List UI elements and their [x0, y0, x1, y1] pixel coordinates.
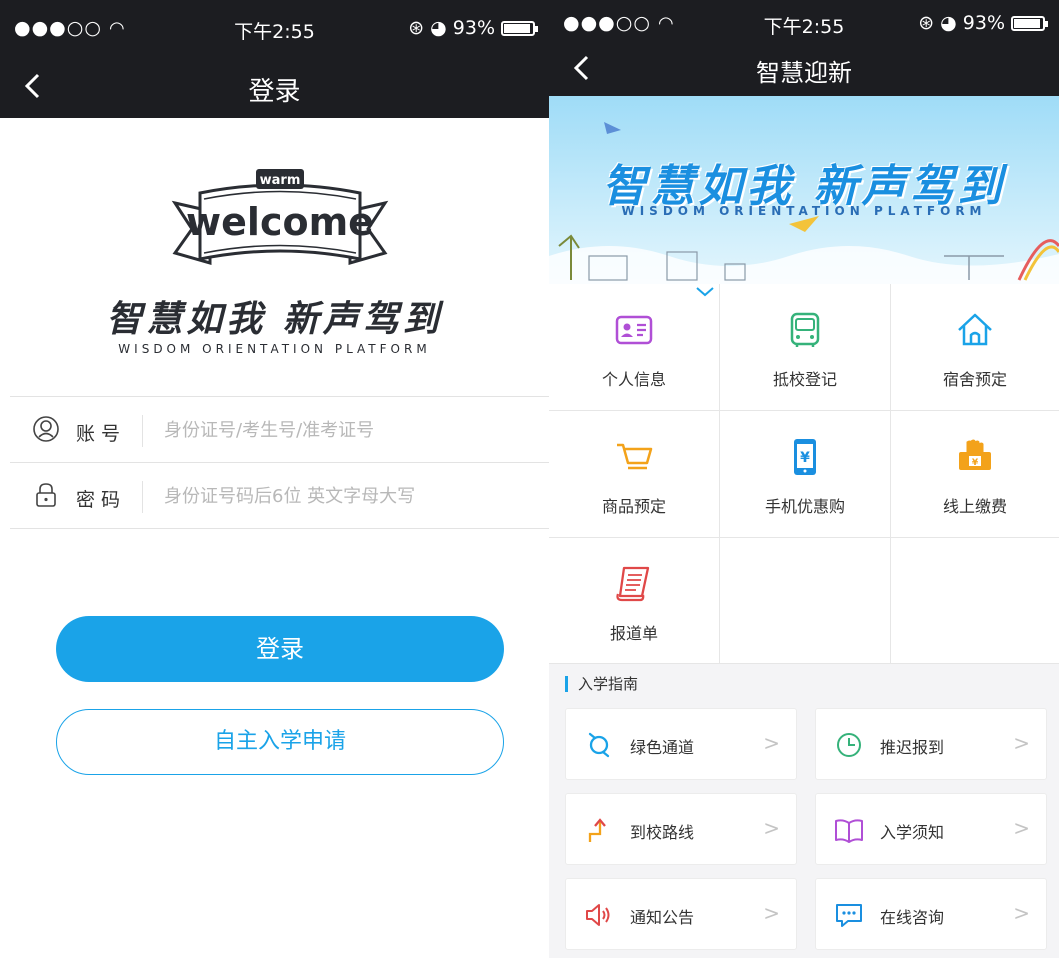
- guide-item-announcements[interactable]: 通知公告 >: [565, 878, 797, 950]
- battery-percent: 93%: [452, 17, 495, 39]
- payment-icon: ¥: [959, 439, 991, 470]
- grid-item-phone-discount[interactable]: ¥ 手机优惠购: [720, 411, 891, 538]
- battery-icon: [501, 20, 538, 36]
- bus-icon: [790, 312, 820, 347]
- page-title: 登录: [248, 77, 301, 107]
- battery-icon: [1011, 15, 1048, 31]
- chevron-right-icon: >: [763, 816, 780, 840]
- chevron-right-icon: >: [763, 731, 780, 755]
- grid-item-goods-booking[interactable]: 商品预定: [549, 411, 720, 538]
- divider: [142, 415, 143, 447]
- password-row: 密码: [10, 463, 549, 529]
- grid-label: 线上缴费: [942, 497, 1007, 516]
- grid-empty-cell: [720, 538, 891, 664]
- guide-label: 绿色通道: [630, 738, 695, 757]
- guide-item-delay-report[interactable]: 推迟报到 >: [815, 708, 1047, 780]
- alarm-icon: ◕: [940, 12, 957, 34]
- logo-area: warm welcome 智慧如我 新声驾到 WISDOM ORIENTATIO…: [0, 118, 549, 396]
- grid-item-online-payment[interactable]: ¥ 线上缴费: [891, 411, 1059, 538]
- password-label: 密码: [76, 489, 127, 511]
- cart-icon: [617, 443, 653, 470]
- guide-label: 到校路线: [630, 823, 695, 842]
- login-button[interactable]: 登录: [56, 616, 504, 682]
- account-label: 账号: [76, 423, 127, 445]
- grid-item-arrival-registration[interactable]: 抵校登记: [720, 284, 891, 411]
- guide-item-route[interactable]: 到校路线 >: [565, 793, 797, 865]
- welcome-logo: warm welcome: [171, 169, 389, 265]
- phone-icon: ¥: [794, 439, 816, 475]
- slogan-english: WISDOM ORIENTATION PLATFORM: [118, 342, 431, 356]
- id-card-icon: [615, 315, 653, 345]
- home-screen: ●●●○○ ◠ 下午2:55 ⊛ ◕ 93% 智慧迎新 智慧如我 新声驾到 WI…: [549, 0, 1059, 958]
- status-bar: ●●●○○ ◠ 下午2:55 ⊛ ◕ 93%: [549, 0, 1059, 40]
- book-icon: [835, 819, 863, 843]
- house-icon: [958, 313, 992, 346]
- guide-label: 通知公告: [630, 908, 695, 927]
- page-title: 智慧迎新: [756, 59, 852, 87]
- account-input[interactable]: [164, 413, 534, 447]
- route-icon: [588, 818, 606, 842]
- banner: 智慧如我 新声驾到 WISDOM ORIENTATION PLATFORM: [549, 96, 1059, 284]
- grid-item-dorm-booking[interactable]: 宿舍预定: [891, 284, 1059, 411]
- clock-icon: [837, 733, 861, 757]
- grid-item-report-form[interactable]: 报道单: [549, 538, 720, 664]
- guide-item-admission-notes[interactable]: 入学须知 >: [815, 793, 1047, 865]
- grid-label: 抵校登记: [772, 370, 837, 389]
- function-grid: 个人信息 抵校登记 宿舍预定 商品预定 ¥ 手机优惠购 ¥ 线上缴费 报道单: [549, 284, 1059, 664]
- nav-bar: 智慧迎新: [549, 40, 1059, 96]
- chevron-down-icon: [696, 287, 714, 297]
- account-row: 账号: [10, 397, 549, 463]
- status-bar: ●●●○○ ◠ 下午2:55 ⊛ ◕ 93%: [0, 0, 549, 54]
- logo-small-text: warm: [260, 173, 301, 188]
- login-form: 账号 密码: [10, 396, 549, 529]
- green-channel-icon: [588, 732, 610, 758]
- guide-label: 推迟报到: [880, 738, 945, 757]
- grid-empty-cell: [891, 538, 1059, 664]
- guide-label: 在线咨询: [880, 908, 945, 927]
- scroll-icon: [616, 566, 650, 602]
- login-screen: ●●●○○ ◠ 下午2:55 ⊛ ◕ 93% 登录 warm welcome 智…: [0, 0, 549, 958]
- slogan: 智慧如我 新声驾到: [106, 299, 443, 340]
- divider: [142, 481, 143, 513]
- banner-subtitle: WISDOM ORIENTATION PLATFORM: [621, 204, 987, 218]
- grid-label: 宿舍预定: [942, 370, 1007, 389]
- chevron-right-icon: >: [763, 901, 780, 925]
- alarm-icon: ◕: [430, 17, 447, 39]
- svg-text:¥: ¥: [972, 458, 979, 468]
- lock-rotation-icon: ⊛: [408, 17, 425, 39]
- grid-label: 报道单: [609, 624, 658, 643]
- grid-label: 商品预定: [601, 497, 666, 516]
- lock-rotation-icon: ⊛: [918, 12, 935, 34]
- password-input[interactable]: [164, 479, 534, 513]
- speaker-icon: [586, 904, 610, 926]
- chevron-right-icon: >: [1013, 901, 1030, 925]
- guide-item-online-consult[interactable]: 在线咨询 >: [815, 878, 1047, 950]
- battery-percent: 93%: [962, 12, 1005, 34]
- nav-bar: 登录: [0, 54, 549, 118]
- grid-label: 手机优惠购: [764, 497, 845, 516]
- guide-label: 入学须知: [880, 823, 945, 842]
- chevron-right-icon: >: [1013, 731, 1030, 755]
- self-apply-button[interactable]: 自主入学申请: [56, 709, 504, 775]
- lock-icon: [36, 483, 56, 507]
- guide-item-green-channel[interactable]: 绿色通道 >: [565, 708, 797, 780]
- grid-item-personal-info[interactable]: 个人信息: [549, 284, 720, 411]
- user-icon: [33, 416, 59, 442]
- grid-label: 个人信息: [601, 370, 666, 389]
- chevron-right-icon: >: [1013, 816, 1030, 840]
- svg-text:¥: ¥: [800, 450, 810, 466]
- section-title: 入学指南: [565, 676, 638, 692]
- chat-icon: [836, 904, 862, 927]
- logo-welcome-text: welcome: [186, 200, 374, 244]
